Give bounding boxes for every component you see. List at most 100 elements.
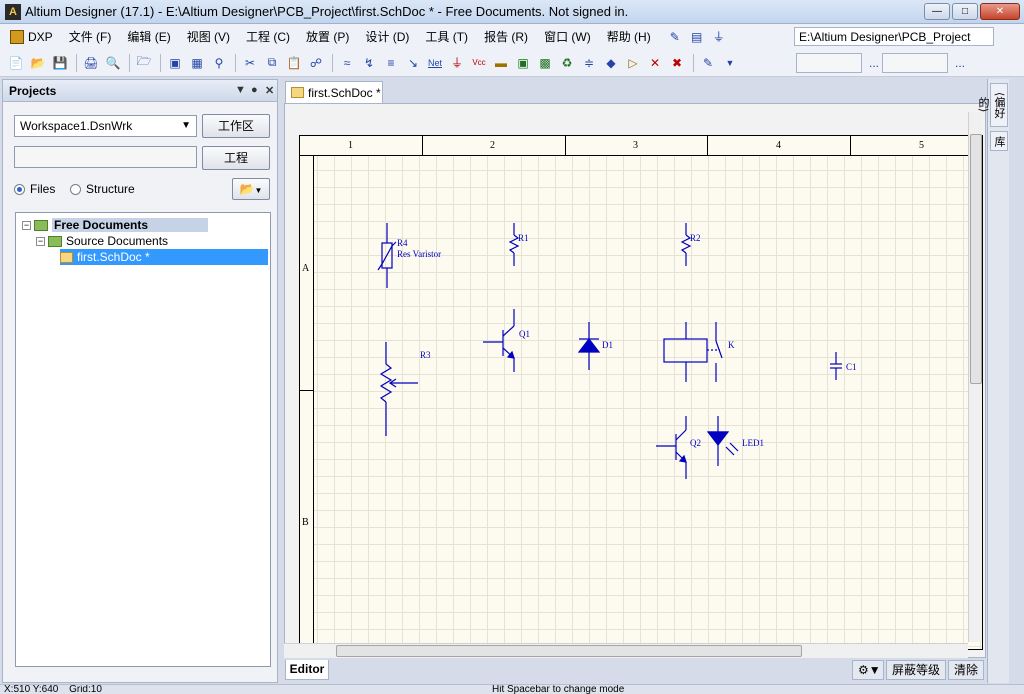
print-icon[interactable]: 🖨 [81,53,101,73]
tree-item-first-schdoc[interactable]: first.SchDoc * [60,249,268,265]
tree-item-source-documents[interactable]: − Source Documents [36,233,168,249]
project-input[interactable] [14,146,197,168]
menu-window[interactable]: 窗口 (W) [536,28,599,45]
status-bar: X:510 Y:640 Grid:10 Hit Spacebar to chan… [0,684,1024,694]
pin-icon[interactable]: ● [251,84,258,96]
menu-dxp[interactable]: DXP [0,29,61,44]
signal-harness-icon[interactable]: ≡ [381,53,401,73]
save-icon[interactable]: 💾 [50,53,70,73]
zoom-selected-icon[interactable]: ⚲ [209,53,229,73]
menu-tools[interactable]: 工具 (T) [417,28,476,45]
q2-designator-label: Q2 [690,438,701,448]
place-sheet-symbol-icon[interactable]: ▣ [513,53,533,73]
panel-menu-icon[interactable]: ▼ [235,84,246,96]
vertical-scroll-thumb[interactable] [970,134,982,384]
component-r3[interactable] [379,342,418,436]
open-icon[interactable]: 📂 [28,53,48,73]
horizontal-scroll-thumb[interactable] [336,645,802,657]
maximize-button[interactable]: □ [952,3,978,20]
clear-button[interactable]: 清除 [948,660,985,680]
schematic-editor[interactable]: 1 2 3 4 5 A B R4 Res Varistor R1 R2 R3 Q… [284,103,986,658]
dropdown-arrow-icon[interactable]: ▼ [720,53,740,73]
copy-icon[interactable]: ⧉ [262,53,282,73]
tree-item-free-documents[interactable]: − Free Documents [22,217,209,233]
no-erc-icon[interactable]: ✕ [645,53,665,73]
paste-icon[interactable]: 📋 [284,53,304,73]
component-r2[interactable] [680,223,692,266]
close-button[interactable]: ✕ [980,3,1020,20]
menu-view[interactable]: 视图 (V) [179,28,238,45]
minimize-button[interactable]: — [924,3,950,20]
menu-design[interactable]: 设计 (D) [357,28,417,45]
open-any-document-icon[interactable]: 🗁 [134,53,154,73]
favorites-panel-tab[interactable]: ⟨偏好的⟩ [977,83,1008,127]
project-button[interactable]: 工程 [202,146,270,170]
r2-designator-label: R2 [690,233,701,243]
radio-unselected-icon [70,183,81,195]
wire-color-icon[interactable]: ✎ [665,27,685,47]
component-k[interactable] [663,322,723,382]
cut-icon[interactable]: ✂ [240,53,260,73]
zoom-area-icon[interactable]: ▦ [187,53,207,73]
d1-designator-label: D1 [602,340,613,350]
directive-icon[interactable]: ✖ [667,53,687,73]
harness-connector-icon[interactable]: ≑ [579,53,599,73]
title-bar: A Altium Designer (17.1) - E:\Altium Des… [0,0,1024,24]
filter-combo-2[interactable] [882,53,948,73]
editor-tab[interactable]: Editor [285,660,329,680]
ground-icon[interactable]: ⏚ [709,27,729,47]
component-led1[interactable] [706,416,739,466]
projects-panel: Projects ▼ ● ✕ Workspace1.DsnWrk ▼ 工作区 工… [2,79,278,683]
new-icon[interactable]: 📄 [6,53,26,73]
project-options-button[interactable]: 📂▼ [232,178,270,200]
net-label-icon[interactable]: Net [425,53,445,73]
menu-help[interactable]: 帮助 (H) [599,28,659,45]
place-part-icon[interactable]: ▬ [491,53,511,73]
document-tab-first-schdoc[interactable]: first.SchDoc * [285,81,383,103]
filter-icon[interactable]: ⚙▼ [852,660,884,680]
align-icon[interactable]: ▤ [687,27,707,47]
port-icon[interactable]: ▷ [623,53,643,73]
pen-color-icon[interactable]: ✎ [698,53,718,73]
vcc-port-icon[interactable]: Vcc [469,53,489,73]
more-options-1[interactable]: ... [864,53,884,73]
horizontal-scrollbar[interactable] [284,643,968,658]
workspace-select[interactable]: Workspace1.DsnWrk ▼ [14,115,197,137]
schematic-sheet[interactable]: 1 2 3 4 5 A B R4 Res Varistor R1 R2 R3 Q… [299,135,983,651]
collapse-icon[interactable]: − [22,220,31,230]
menu-place[interactable]: 放置 (P) [298,28,357,45]
mask-level-button[interactable]: 屏蔽等级 [886,660,947,680]
more-options-2[interactable]: ... [950,53,970,73]
zoom-fit-icon[interactable]: ▣ [165,53,185,73]
component-q2[interactable] [656,416,687,479]
collapse-icon[interactable]: − [36,236,45,246]
libraries-panel-tab[interactable]: 库 [990,131,1008,151]
component-d1[interactable] [577,322,601,370]
harness-entry-icon[interactable]: ◆ [601,53,621,73]
menu-project[interactable]: 工程 (C) [238,28,298,45]
rubber-stamp-icon[interactable]: ☍ [306,53,326,73]
component-c1[interactable] [830,352,842,380]
component-r4[interactable] [377,223,397,288]
files-radio[interactable]: Files [14,182,55,196]
structure-radio[interactable]: Structure [70,182,135,196]
project-path-combo[interactable]: E:\Altium Designer\PCB_Project [794,27,994,46]
vertical-scrollbar[interactable] [968,112,982,642]
window-title: Altium Designer (17.1) - E:\Altium Desig… [25,4,629,19]
menu-file[interactable]: 文件 (F) [61,28,120,45]
bus-entry-icon[interactable]: ↘ [403,53,423,73]
menu-edit[interactable]: 编辑 (E) [119,28,178,45]
print-preview-icon[interactable]: 🔍 [103,53,123,73]
close-icon[interactable]: ✕ [265,84,274,97]
component-q1[interactable] [483,309,515,372]
bus-icon[interactable]: ↯ [359,53,379,73]
filter-combo-1[interactable] [796,53,862,73]
place-device-sheet-icon[interactable]: ♻ [557,53,577,73]
component-r1[interactable] [508,223,520,266]
r4-comment-label: Res Varistor [397,249,441,259]
wire-icon[interactable]: ≈ [337,53,357,73]
place-sheet-entry-icon[interactable]: ▩ [535,53,555,73]
workspace-button[interactable]: 工作区 [202,114,270,138]
menu-reports[interactable]: 报告 (R) [476,28,536,45]
gnd-port-icon[interactable]: ⏚ [447,53,467,73]
